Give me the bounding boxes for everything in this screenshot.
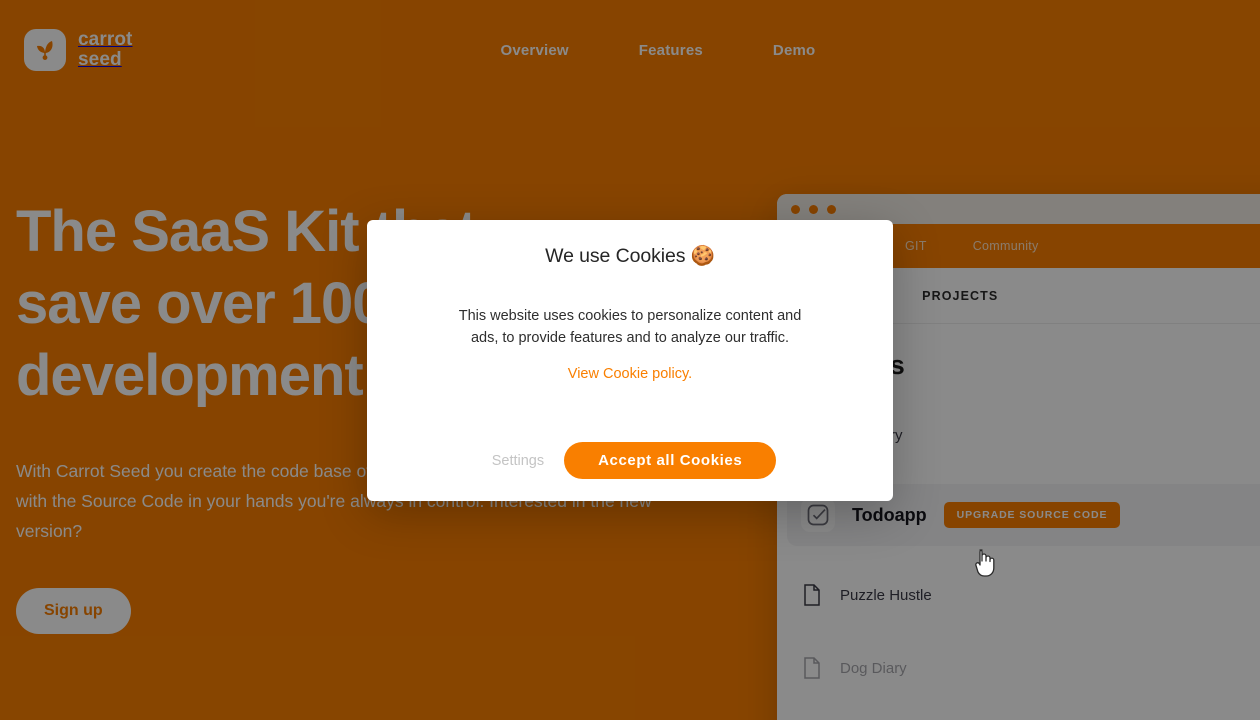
cookie-dialog-body: This website uses cookies to personalize… bbox=[458, 308, 802, 346]
cookie-settings-button[interactable]: Settings bbox=[484, 453, 552, 469]
cookie-consent-dialog: We use Cookies 🍪 This website uses cooki… bbox=[367, 220, 893, 501]
cookie-dialog-title: We use Cookies 🍪 bbox=[545, 245, 715, 267]
cookie-dialog-actions: Settings Accept all Cookies bbox=[484, 442, 777, 479]
accept-all-cookies-button[interactable]: Accept all Cookies bbox=[564, 442, 777, 479]
view-cookie-policy-link[interactable]: View Cookie policy. bbox=[367, 366, 893, 382]
page-root: carrot seed Overview Features Demo The S… bbox=[0, 0, 1260, 720]
